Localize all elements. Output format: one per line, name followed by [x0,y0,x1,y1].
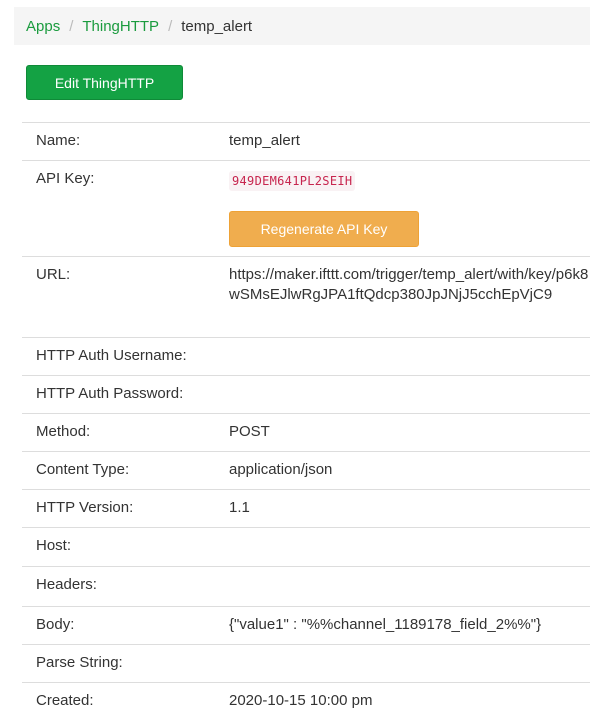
body-value: {"value1" : "%%channel_1189178_field_2%%… [216,606,590,645]
edit-thinghttp-button[interactable]: Edit ThingHTTP [26,65,183,100]
row-http-auth-password: HTTP Auth Password: [22,375,590,414]
thinghttp-details-table: Name: temp_alert API Key: 949DEM641PL2SE… [22,122,590,721]
method-label: Method: [22,413,216,452]
created-value: 2020-10-15 10:00 pm [216,682,590,721]
http-version-label: HTTP Version: [22,489,216,528]
created-label: Created: [22,682,216,721]
api-key-value: 949DEM641PL2SEIH [229,171,356,191]
headers-label: Headers: [22,566,216,607]
row-created: Created: 2020-10-15 10:00 pm [22,682,590,721]
row-name: Name: temp_alert [22,122,590,161]
row-body: Body: {"value1" : "%%channel_1189178_fie… [22,606,590,645]
http-version-value: 1.1 [216,489,590,528]
parse-string-value [216,644,590,683]
row-headers: Headers: [22,566,590,607]
name-value: temp_alert [216,122,590,161]
url-value: https://maker.ifttt.com/trigger/temp_ale… [216,256,590,338]
host-label: Host: [22,527,216,567]
row-url: URL: https://maker.ifttt.com/trigger/tem… [22,256,590,338]
row-parse-string: Parse String: [22,644,590,683]
http-auth-username-value [216,337,590,376]
content-type-value: application/json [216,451,590,490]
breadcrumb-thinghttp-link[interactable]: ThingHTTP [82,18,159,35]
breadcrumb: Apps / ThingHTTP / temp_alert [14,7,590,45]
breadcrumb-current: temp_alert [181,17,253,35]
row-api-key: API Key: 949DEM641PL2SEIH Regenerate API… [22,160,590,257]
body-label: Body: [22,606,216,645]
row-method: Method: POST [22,413,590,452]
parse-string-label: Parse String: [22,644,216,683]
api-key-cell: 949DEM641PL2SEIH Regenerate API Key [216,160,590,257]
breadcrumb-separator: / [69,17,74,35]
row-http-version: HTTP Version: 1.1 [22,489,590,528]
regenerate-api-key-button[interactable]: Regenerate API Key [229,211,419,247]
url-label: URL: [22,256,216,338]
http-auth-username-label: HTTP Auth Username: [22,337,216,376]
row-host: Host: [22,527,590,567]
method-value: POST [216,413,590,452]
row-http-auth-username: HTTP Auth Username: [22,337,590,376]
host-value [216,527,590,567]
api-key-label: API Key: [22,160,216,257]
headers-value [216,566,590,607]
name-label: Name: [22,122,216,161]
http-auth-password-value [216,375,590,414]
http-auth-password-label: HTTP Auth Password: [22,375,216,414]
row-content-type: Content Type: application/json [22,451,590,490]
breadcrumb-apps-link[interactable]: Apps [26,18,60,35]
breadcrumb-separator: / [168,17,173,35]
content-type-label: Content Type: [22,451,216,490]
